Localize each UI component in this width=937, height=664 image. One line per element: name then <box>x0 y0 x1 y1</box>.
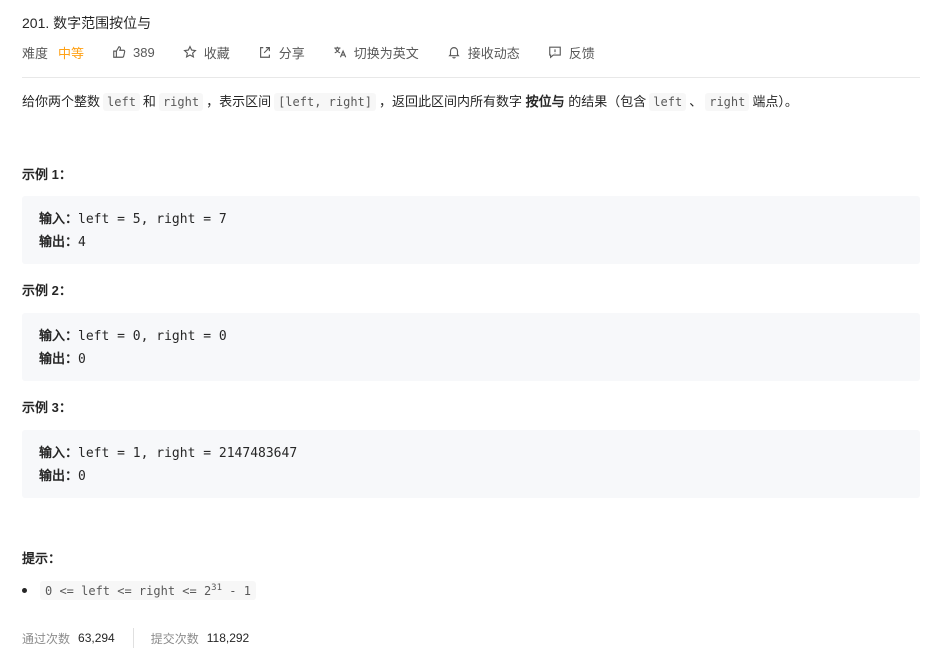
switch-language-button[interactable]: 切换为英文 <box>333 43 419 62</box>
problem-title: 201. 数字范围按位与 <box>22 15 152 31</box>
example-title: 示例 1： <box>22 167 72 182</box>
constraint-code: 0 <= left <= right <= 231 - 1 <box>40 581 256 600</box>
input-label: 输入： <box>39 211 79 226</box>
desc-text: 的结果（包含 <box>568 94 647 109</box>
example-title: 示例 2： <box>22 283 72 298</box>
submissions-label: 提交次数 <box>150 631 199 646</box>
inline-code: left <box>649 93 687 111</box>
share-label: 分享 <box>278 45 305 61</box>
desc-text: 、 <box>689 94 703 109</box>
feedback-label: 反馈 <box>568 45 595 61</box>
example-block: 输入：left = 5, right = 7 输出：4 <box>22 196 920 264</box>
subscribe-label: 接收动态 <box>467 45 520 61</box>
input-label: 输入： <box>39 445 79 460</box>
difficulty-badge: 中等 <box>58 45 85 61</box>
output-value: 4 <box>78 235 86 250</box>
inline-code: right <box>705 93 750 111</box>
share-icon <box>259 47 270 58</box>
bullet-icon <box>22 588 27 593</box>
star-icon <box>183 45 197 59</box>
problem-toolbar: 难度 中等 389 收藏 分享 切换为英文 接收动态 反馈 <box>22 42 623 62</box>
input-label: 输入： <box>39 328 79 343</box>
desc-text: ，表示区间 <box>206 94 272 109</box>
submission-stats: 通过次数 63,294 提交次数 118,292 <box>22 628 249 648</box>
like-button[interactable]: 389 <box>112 45 155 60</box>
accepted-label: 通过次数 <box>22 631 71 646</box>
stats-divider <box>132 628 134 648</box>
output-label: 输出： <box>39 351 79 366</box>
favorite-button[interactable]: 收藏 <box>183 43 230 62</box>
desc-text: 给你两个整数 <box>22 94 101 109</box>
constraint-exponent: 31 <box>211 583 223 593</box>
example-block: 输入：left = 0, right = 0 输出：0 <box>22 313 920 381</box>
input-value: left = 5, right = 7 <box>78 212 227 227</box>
favorite-label: 收藏 <box>203 45 230 61</box>
thumbs-up-icon <box>113 46 126 58</box>
desc-bold: 按位与 <box>525 94 565 109</box>
difficulty-label: 难度 <box>22 45 49 61</box>
inline-code: right <box>158 93 204 111</box>
example-input: 输入：left = 1, right = 2147483647 <box>39 442 297 461</box>
example-output: 输出：0 <box>39 348 86 367</box>
input-value: left = 1, right = 2147483647 <box>78 446 298 461</box>
output-label: 输出： <box>39 468 79 483</box>
switch-language-label: 切换为英文 <box>353 45 419 61</box>
example-output: 输出：0 <box>39 465 86 484</box>
subscribe-button[interactable]: 接收动态 <box>447 43 520 62</box>
example-input: 输入：left = 5, right = 7 <box>39 208 227 227</box>
input-value: left = 0, right = 0 <box>78 329 227 344</box>
output-label: 输出： <box>39 234 79 249</box>
hint-list-item: 0 <= left <= right <= 231 - 1 <box>22 581 256 600</box>
feedback-button[interactable]: 反馈 <box>548 43 595 62</box>
constraint-text: 0 <= left <= right <= 2 <box>45 584 212 598</box>
desc-text: ，返回此区间内所有数字 <box>379 94 523 109</box>
share-button[interactable]: 分享 <box>258 43 305 62</box>
bell-icon <box>448 47 460 59</box>
example-block: 输入：left = 1, right = 2147483647 输出：0 <box>22 430 920 498</box>
problem-description: 给你两个整数 left 和 right ，表示区间 [left, right] ，返回此区间… <box>22 92 798 112</box>
example-input: 输入：left = 0, right = 0 <box>39 325 227 344</box>
header-divider <box>22 77 920 78</box>
output-value: 0 <box>78 352 86 367</box>
hints-title: 提示： <box>22 551 62 566</box>
example-title: 示例 3： <box>22 400 72 415</box>
inline-code: [left, right] <box>274 93 376 111</box>
desc-text: 端点）。 <box>752 94 798 109</box>
like-count: 389 <box>133 44 155 60</box>
feedback-icon <box>548 46 561 59</box>
example-output: 输出：4 <box>39 231 86 250</box>
submissions-count: 118,292 <box>206 631 250 645</box>
accepted-count: 63,294 <box>78 631 115 645</box>
desc-text: 和 <box>142 94 156 109</box>
translate-icon <box>334 46 346 58</box>
inline-code: left <box>103 93 140 111</box>
constraint-text: - 1 <box>222 584 251 598</box>
output-value: 0 <box>78 469 86 484</box>
